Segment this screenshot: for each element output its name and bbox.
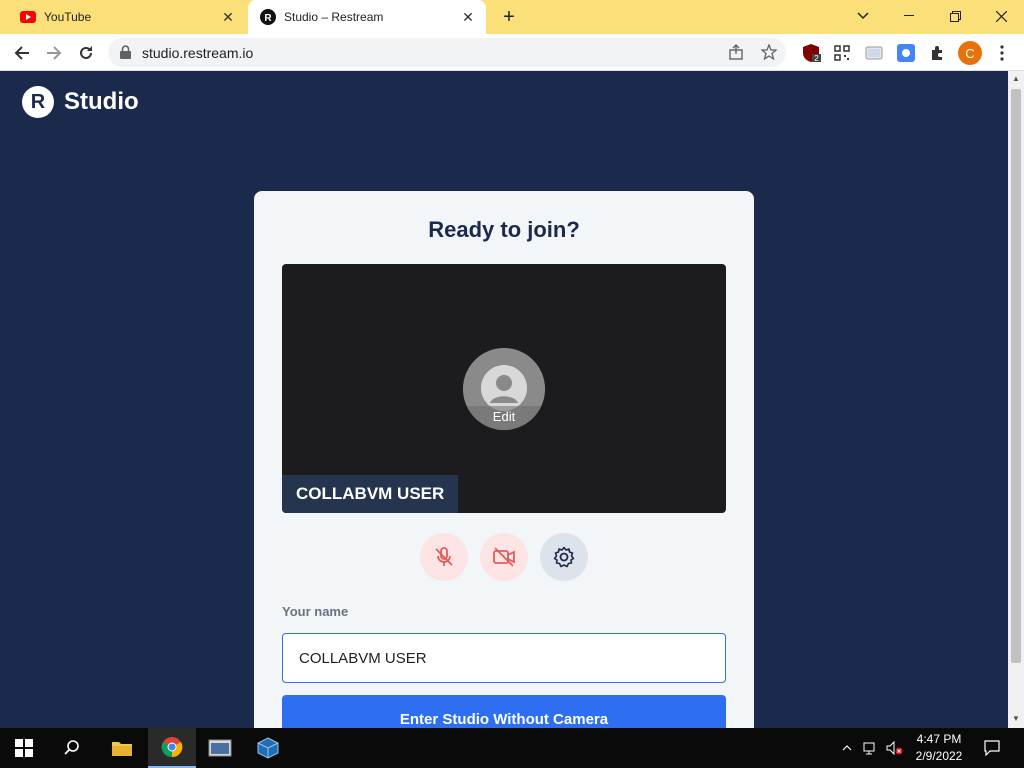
new-tab-button[interactable]: +: [498, 6, 520, 28]
youtube-icon: [20, 9, 36, 25]
scroll-down-icon[interactable]: ▼: [1011, 714, 1021, 723]
mic-off-icon: [435, 547, 453, 566]
taskbar-clock[interactable]: 4:47 PM 2/9/2022: [906, 731, 972, 765]
brand-name: Studio: [64, 88, 139, 115]
chrome-taskbar-button[interactable]: [148, 728, 196, 768]
kebab-menu-icon[interactable]: [992, 43, 1012, 63]
arrow-left-icon: [14, 46, 29, 60]
tab-search-icon[interactable]: [840, 0, 886, 32]
app-taskbar-button[interactable]: [196, 728, 244, 768]
qr-code-extension-icon[interactable]: [832, 43, 852, 63]
network-icon[interactable]: [860, 728, 882, 768]
camera-off-button[interactable]: [480, 533, 528, 581]
tab-youtube[interactable]: YouTube ✕: [0, 0, 246, 34]
cast-extension-icon[interactable]: [864, 43, 884, 63]
clock-time: 4:47 PM: [916, 732, 962, 746]
scroll-up-icon[interactable]: ▲: [1011, 74, 1021, 83]
close-window-button[interactable]: [978, 0, 1024, 32]
search-button[interactable]: [48, 728, 96, 768]
settings-button[interactable]: [540, 533, 588, 581]
volume-muted-icon[interactable]: [884, 728, 906, 768]
avatar[interactable]: Edit: [463, 348, 545, 430]
page-content: R Studio Ready to join? Edit COLLABVM US…: [0, 71, 1008, 728]
logo-letter: R: [30, 90, 46, 113]
page-title: Ready to join?: [428, 217, 580, 242]
back-button[interactable]: [10, 41, 34, 65]
file-explorer-button[interactable]: [98, 728, 146, 768]
tab-studio[interactable]: R Studio – Restream ✕: [248, 0, 486, 34]
restream-icon: R: [260, 9, 276, 25]
browser-toolbar: studio.restream.io 2 C: [0, 34, 1024, 71]
brand[interactable]: R Studio: [22, 86, 139, 118]
close-tab-icon[interactable]: ✕: [220, 9, 236, 25]
puzzle-extensions-icon[interactable]: [928, 43, 948, 63]
bookmark-star-icon[interactable]: [760, 43, 778, 65]
profile-initial: C: [965, 45, 975, 61]
gear-icon: [553, 546, 575, 568]
show-hidden-icons-icon[interactable]: [838, 728, 856, 768]
search-icon: [64, 740, 79, 755]
arrow-right-icon: [47, 46, 62, 60]
enter-studio-button[interactable]: Enter Studio Without Camera: [282, 695, 726, 728]
extension-badge: 2: [814, 54, 819, 63]
forward-button[interactable]: [42, 41, 66, 65]
tab-title: YouTube: [44, 10, 92, 24]
share-icon[interactable]: [728, 44, 744, 65]
minimize-button[interactable]: [886, 0, 932, 32]
start-button[interactable]: [0, 728, 48, 768]
camera-off-icon: [493, 547, 515, 567]
lock-icon: [120, 45, 131, 64]
reload-button[interactable]: [74, 41, 98, 65]
join-card: Ready to join? Edit COLLABVM USER Your n…: [254, 191, 754, 728]
tab-title: Studio – Restream: [284, 10, 384, 24]
tab-strip: YouTube ✕ R Studio – Restream ✕ +: [0, 0, 1024, 34]
page-scrollbar[interactable]: ▲ ▼: [1008, 71, 1024, 728]
chrome-icon: [161, 737, 183, 758]
clock-date: 2/9/2022: [915, 749, 963, 763]
ublock-extension-icon[interactable]: 2: [802, 43, 822, 63]
svg-text:R: R: [264, 13, 272, 24]
name-input[interactable]: [282, 633, 726, 683]
name-label: Your name: [282, 604, 349, 619]
cube-icon: [257, 737, 279, 759]
close-tab-icon[interactable]: ✕: [460, 9, 476, 25]
scrollbar-thumb[interactable]: [1011, 89, 1021, 663]
address-bar[interactable]: studio.restream.io: [108, 38, 786, 67]
url-text: studio.restream.io: [142, 45, 254, 61]
reload-icon: [80, 46, 92, 59]
restream-logo: R: [22, 86, 54, 118]
restore-button[interactable]: [932, 0, 978, 32]
folder-icon: [112, 742, 132, 756]
camera-preview: Edit COLLABVM USER: [282, 264, 726, 513]
avatar-edit-label: Edit: [492, 409, 516, 424]
virtualbox-taskbar-button[interactable]: [244, 728, 292, 768]
blue-extension-icon[interactable]: [896, 43, 916, 63]
window-app-icon: [208, 739, 232, 757]
windows-logo-icon: [15, 739, 33, 757]
name-tag: COLLABVM USER: [282, 475, 459, 513]
windows-taskbar: 4:47 PM 2/9/2022: [0, 728, 1024, 768]
mute-mic-button[interactable]: [420, 533, 468, 581]
profile-avatar[interactable]: C: [958, 41, 982, 65]
notifications-icon[interactable]: [980, 728, 1004, 768]
